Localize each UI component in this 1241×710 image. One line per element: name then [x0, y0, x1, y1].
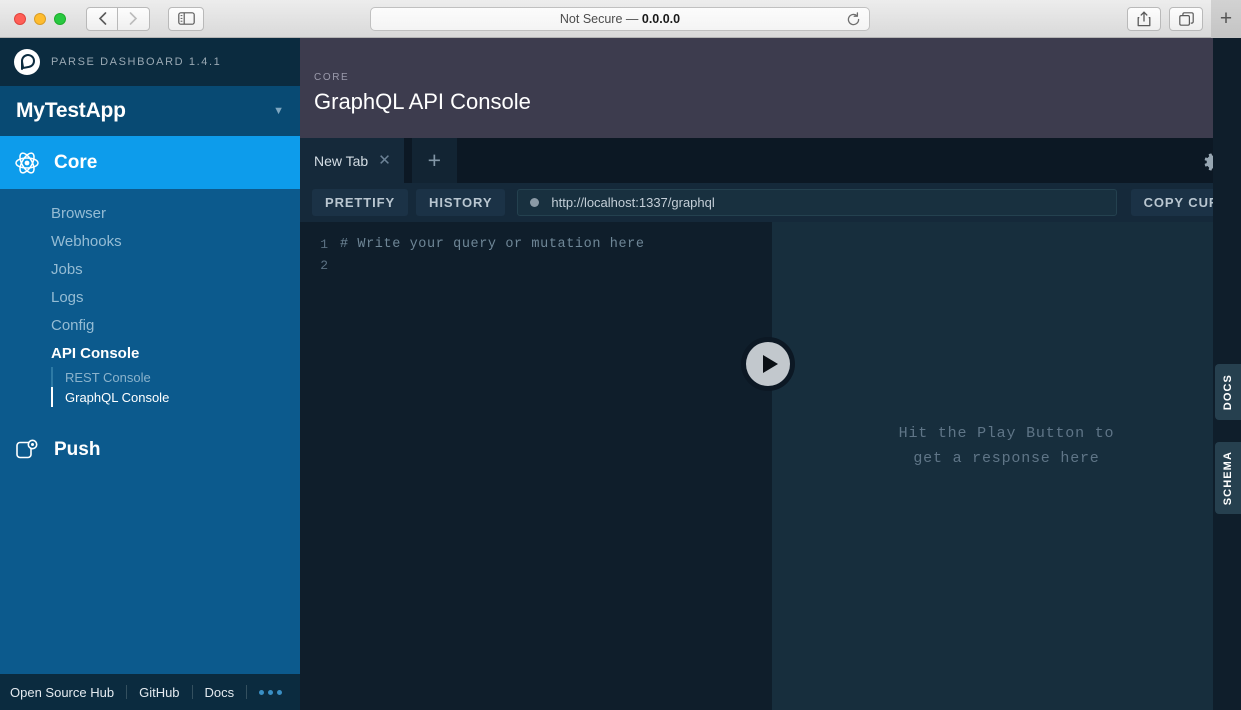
- window-controls: [14, 13, 66, 25]
- sidebar-item-label: Jobs: [51, 261, 83, 278]
- sidebar-item-logs[interactable]: Logs: [0, 283, 300, 311]
- close-window-button[interactable]: [14, 13, 26, 25]
- response-placeholder: Hit the Play Button to get a response he…: [899, 421, 1115, 471]
- sidebar-core-items: Browser Webhooks Jobs Logs Config API Co…: [0, 189, 300, 423]
- sidebar: PARSE DASHBOARD 1.4.1 MyTestApp ▼ Core B…: [0, 38, 300, 710]
- share-icon: [1137, 11, 1151, 27]
- graphiql-side-rail: DOCS SCHEMA: [1213, 38, 1241, 710]
- page-header: CORE GraphQL API Console: [300, 38, 1241, 138]
- sidebar-item-label: Browser: [51, 205, 106, 222]
- minimize-window-button[interactable]: [34, 13, 46, 25]
- new-browser-tab-button[interactable]: +: [1211, 0, 1241, 38]
- app-selector[interactable]: MyTestApp ▼: [0, 86, 300, 136]
- sidebar-section-push[interactable]: Push: [0, 423, 300, 476]
- reload-icon: [846, 12, 861, 27]
- show-tabs-button[interactable]: [1169, 7, 1203, 31]
- line-number: 1: [300, 237, 340, 252]
- sidebar-item-jobs[interactable]: Jobs: [0, 255, 300, 283]
- address-bar-host: 0.0.0.0: [642, 12, 680, 26]
- query-editor[interactable]: 1 # Write your query or mutation here 2: [300, 222, 772, 710]
- show-tabs-icon: [1179, 12, 1194, 27]
- sidebar-section-core-label: Core: [54, 152, 97, 174]
- sidebar-subitem-graphql-console[interactable]: GraphQL Console: [51, 387, 300, 407]
- code-line-text: # Write your query or mutation here: [340, 237, 645, 252]
- sidebar-subitem-rest-console[interactable]: REST Console: [51, 367, 300, 387]
- docs-rail-button[interactable]: DOCS: [1215, 364, 1241, 420]
- status-dot-icon: [530, 198, 539, 207]
- sidebar-item-label: Config: [51, 317, 94, 334]
- sidebar-subitem-label: REST Console: [65, 370, 151, 385]
- execute-query-button[interactable]: [741, 337, 795, 391]
- sidebar-item-api-console[interactable]: API Console: [0, 339, 300, 367]
- sidebar-item-label: Webhooks: [51, 233, 122, 250]
- query-editor-lines: 1 # Write your query or mutation here 2: [300, 222, 772, 279]
- footer-link-open-source-hub[interactable]: Open Source Hub: [10, 685, 126, 700]
- docs-rail-label: DOCS: [1222, 374, 1234, 410]
- breadcrumb: CORE: [314, 72, 1241, 83]
- graphiql-tab-new-tab[interactable]: New Tab ✕: [300, 138, 404, 183]
- sidebar-footer: Open Source Hub GitHub Docs: [0, 674, 300, 710]
- app-name-label: MyTestApp: [16, 99, 126, 123]
- history-button[interactable]: HISTORY: [416, 189, 505, 216]
- sidebar-item-browser[interactable]: Browser: [0, 199, 300, 227]
- play-icon: [746, 342, 790, 386]
- parse-logo-icon: [14, 49, 40, 75]
- sidebar-item-webhooks[interactable]: Webhooks: [0, 227, 300, 255]
- sidebar-header: PARSE DASHBOARD 1.4.1: [0, 38, 300, 86]
- nav-buttons: [86, 7, 150, 31]
- sidebar-section-push-label: Push: [54, 439, 100, 461]
- maximize-window-button[interactable]: [54, 13, 66, 25]
- back-button[interactable]: [86, 7, 118, 31]
- more-dots-icon[interactable]: [247, 690, 294, 695]
- graphiql-body: 1 # Write your query or mutation here 2 …: [300, 222, 1241, 710]
- sidebar-subnav: REST Console GraphQL Console: [0, 367, 300, 407]
- main-content: CORE GraphQL API Console New Tab ✕ + PRE…: [300, 38, 1241, 710]
- address-bar-security-label: Not Secure —: [560, 12, 642, 26]
- endpoint-url-field[interactable]: http://localhost:1337/graphql: [517, 189, 1116, 216]
- sidebar-subitem-label: GraphQL Console: [65, 390, 169, 405]
- sidebar-item-label: API Console: [51, 345, 139, 362]
- push-notification-icon: [14, 437, 40, 463]
- graphiql-panel: New Tab ✕ + PRETTIFY HISTORY http://loca…: [300, 138, 1241, 710]
- add-tab-button[interactable]: +: [412, 138, 457, 183]
- graphiql-tabbar: New Tab ✕ +: [300, 138, 1241, 183]
- code-line: 2: [300, 258, 772, 279]
- address-bar[interactable]: Not Secure — 0.0.0.0: [370, 7, 870, 31]
- graphiql-tab-label: New Tab: [314, 153, 368, 169]
- share-button[interactable]: [1127, 7, 1161, 31]
- sidebar-toggle-icon: [178, 12, 195, 25]
- address-bar-text: Not Secure — 0.0.0.0: [560, 12, 680, 26]
- reload-button[interactable]: [846, 12, 861, 32]
- line-number: 2: [300, 258, 340, 273]
- footer-link-github[interactable]: GitHub: [127, 685, 191, 700]
- response-placeholder-line-1: Hit the Play Button to: [899, 421, 1115, 446]
- page-title: GraphQL API Console: [314, 89, 1241, 115]
- schema-rail-button[interactable]: SCHEMA: [1215, 442, 1241, 514]
- atom-icon: [14, 150, 40, 176]
- response-pane: Hit the Play Button to get a response he…: [772, 222, 1241, 710]
- code-line: 1 # Write your query or mutation here: [300, 237, 772, 258]
- chevron-left-icon: [98, 12, 107, 25]
- chevron-right-icon: [129, 12, 138, 25]
- schema-rail-label: SCHEMA: [1222, 451, 1234, 505]
- chrome-right-controls: +: [1127, 0, 1241, 38]
- sidebar-toggle-button[interactable]: [168, 7, 204, 31]
- close-icon[interactable]: ✕: [378, 153, 391, 168]
- sidebar-item-config[interactable]: Config: [0, 311, 300, 339]
- prettify-button[interactable]: PRETTIFY: [312, 189, 408, 216]
- dashboard-version-label: PARSE DASHBOARD 1.4.1: [51, 56, 221, 68]
- response-placeholder-line-2: get a response here: [899, 446, 1115, 471]
- sidebar-section-core[interactable]: Core: [0, 136, 300, 189]
- sidebar-item-label: Logs: [51, 289, 84, 306]
- browser-chrome: Not Secure — 0.0.0.0 +: [0, 0, 1241, 38]
- endpoint-url-value: http://localhost:1337/graphql: [551, 195, 714, 210]
- graphiql-toolbar: PRETTIFY HISTORY http://localhost:1337/g…: [300, 183, 1241, 222]
- chevron-down-icon: ▼: [273, 105, 284, 117]
- footer-link-docs[interactable]: Docs: [193, 685, 247, 700]
- forward-button[interactable]: [118, 7, 150, 31]
